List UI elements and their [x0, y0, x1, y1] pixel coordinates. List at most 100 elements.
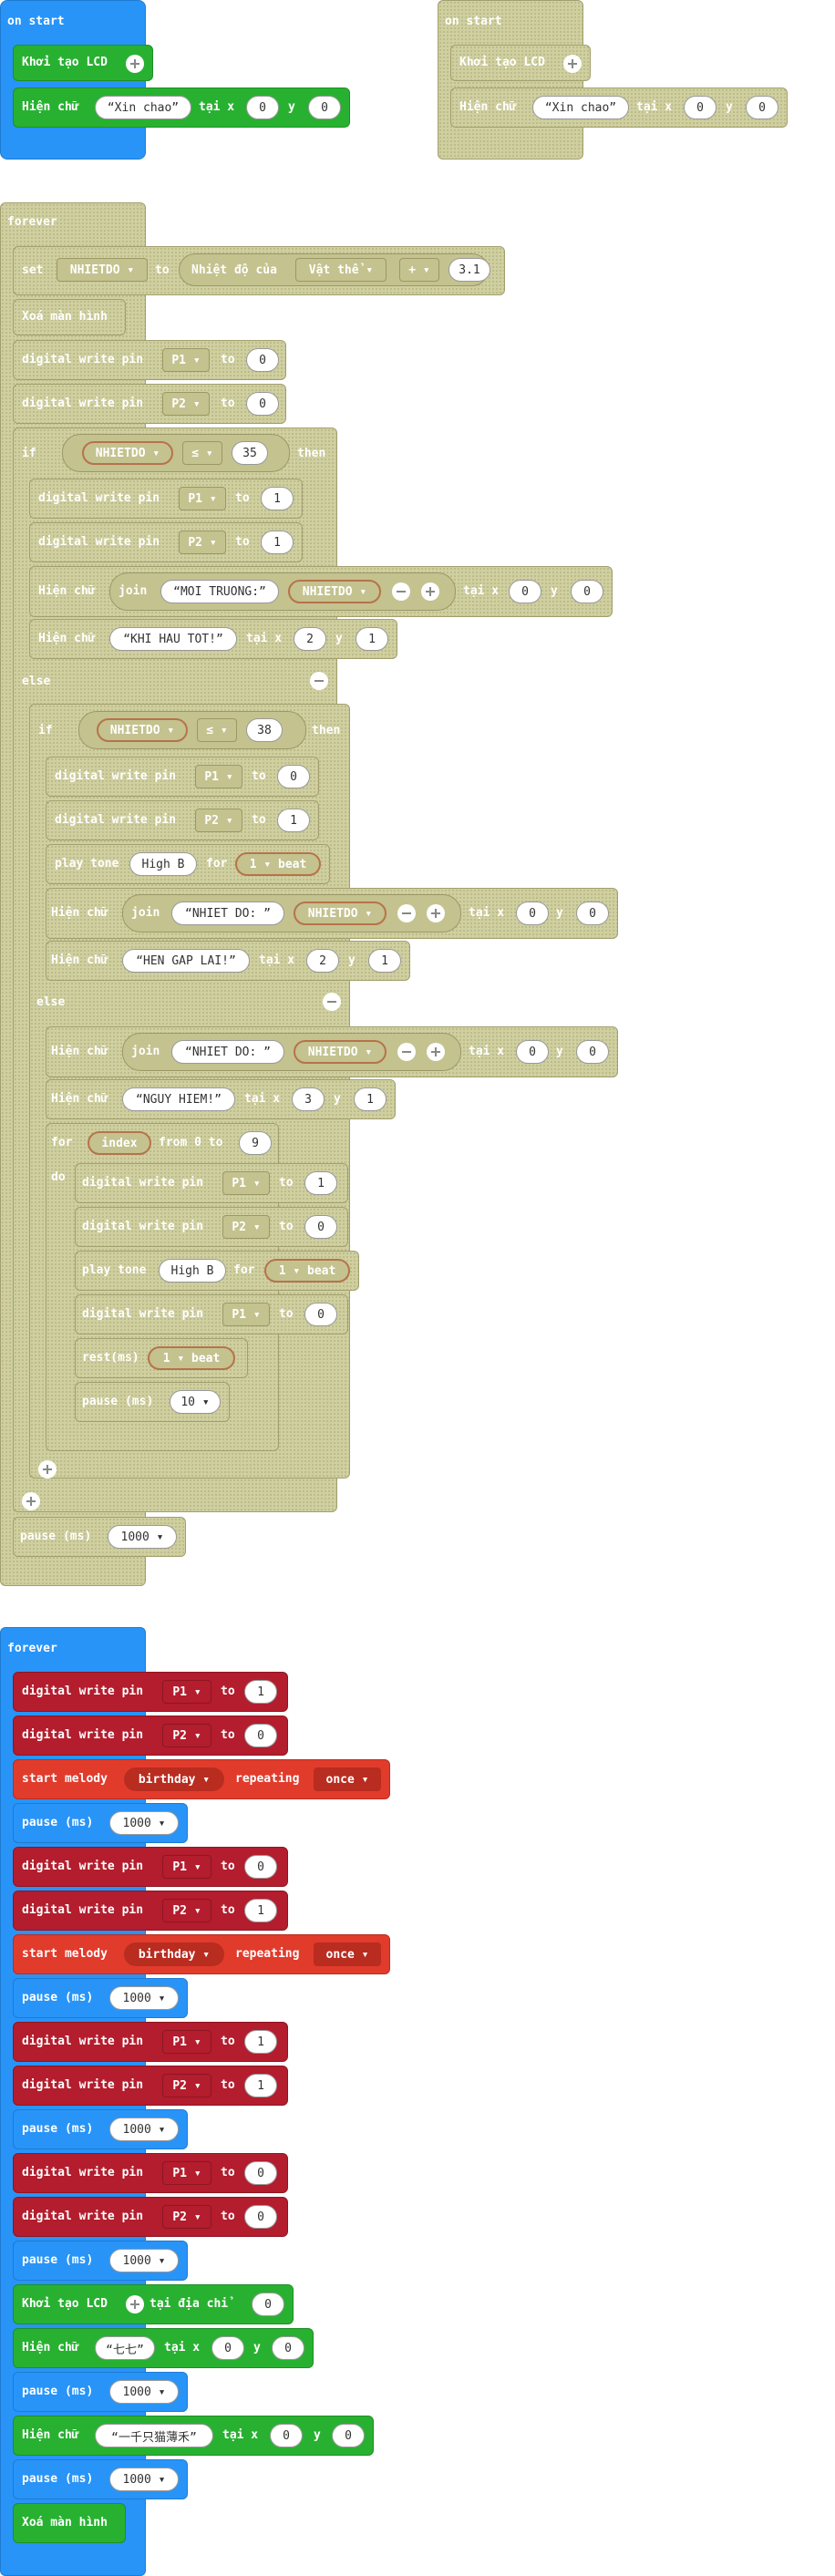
var-dropdown[interactable]: NHIETDO ▾: [82, 441, 173, 465]
tone-value[interactable]: High B: [129, 852, 197, 876]
remove-icon[interactable]: [397, 1043, 416, 1061]
value[interactable]: 0: [244, 2205, 277, 2229]
pin-dropdown[interactable]: P2 ▾: [195, 809, 242, 832]
x-value[interactable]: 2: [294, 627, 326, 651]
y-value[interactable]: 1: [354, 1087, 387, 1111]
beat-dropdown[interactable]: 1 ▾ beat: [148, 1346, 235, 1370]
pause-value[interactable]: 1000 ▾: [109, 2249, 179, 2272]
pause-value[interactable]: 1000 ▾: [109, 2468, 179, 2491]
value[interactable]: 1: [261, 487, 294, 510]
y-value[interactable]: 0: [746, 96, 778, 119]
var-dropdown[interactable]: NHIETDO ▾: [288, 580, 381, 603]
value[interactable]: 1: [304, 1171, 337, 1195]
pause-value[interactable]: 1000 ▾: [109, 1986, 179, 2010]
x-value[interactable]: 0: [516, 1040, 549, 1064]
y-value[interactable]: 1: [368, 949, 401, 973]
op-dropdown[interactable]: ≤ ▾: [182, 441, 222, 465]
x-value[interactable]: 0: [270, 2424, 303, 2447]
text-value[interactable]: “NHIET DO: ”: [171, 902, 284, 925]
add-icon[interactable]: [126, 55, 144, 73]
pin-dropdown[interactable]: P1 ▾: [162, 348, 210, 372]
remove-icon[interactable]: [392, 582, 410, 601]
add-icon[interactable]: [126, 2295, 144, 2313]
pin-dropdown[interactable]: P1 ▾: [162, 1680, 211, 1704]
op-dropdown[interactable]: + ▾: [399, 258, 439, 282]
pin-dropdown[interactable]: P1 ▾: [222, 1171, 270, 1195]
text-value[interactable]: “NGUY HIEM!”: [122, 1087, 235, 1111]
value[interactable]: 0: [246, 348, 279, 372]
add-icon[interactable]: [421, 582, 439, 601]
melody-dropdown[interactable]: birthday ▾: [124, 1767, 224, 1791]
repeat-dropdown[interactable]: once ▾: [314, 1942, 381, 1966]
number-value[interactable]: 38: [246, 718, 283, 742]
value[interactable]: 0: [304, 1303, 337, 1326]
pin-dropdown[interactable]: P1 ▾: [222, 1303, 270, 1326]
remove-icon[interactable]: [323, 993, 341, 1011]
pause-value[interactable]: 1000 ▾: [109, 2380, 179, 2404]
pin-dropdown[interactable]: P2 ▾: [222, 1215, 270, 1239]
text-value[interactable]: “KHI HAU TOT!”: [109, 627, 237, 651]
pin-dropdown[interactable]: P2 ▾: [162, 2205, 211, 2229]
op-dropdown[interactable]: ≤ ▾: [197, 718, 237, 742]
value[interactable]: 0: [244, 1724, 277, 1747]
y-value[interactable]: 0: [272, 2336, 304, 2360]
x-value[interactable]: 0: [246, 96, 279, 119]
pin-dropdown[interactable]: P2 ▾: [162, 1724, 211, 1747]
var-dropdown[interactable]: NHIETDO ▾: [97, 718, 188, 742]
x-value[interactable]: 0: [211, 2336, 244, 2360]
pin-dropdown[interactable]: P1 ▾: [162, 2161, 211, 2185]
add-icon[interactable]: [427, 1043, 445, 1061]
number-value[interactable]: 3.1: [448, 258, 490, 282]
pin-dropdown[interactable]: P2 ▾: [162, 392, 210, 416]
text-value[interactable]: “HEN GAP LAI!”: [122, 949, 250, 973]
value[interactable]: 0: [244, 1855, 277, 1879]
beat-dropdown[interactable]: 1 ▾ beat: [264, 1259, 350, 1283]
pause-value[interactable]: 1000 ▾: [109, 2117, 179, 2141]
y-value[interactable]: 0: [576, 1040, 609, 1064]
value[interactable]: 1: [277, 809, 310, 832]
pause-value[interactable]: 10 ▾: [170, 1390, 221, 1414]
pin-dropdown[interactable]: P1 ▾: [195, 765, 242, 788]
pin-dropdown[interactable]: P2 ▾: [179, 531, 226, 554]
number-value[interactable]: 35: [232, 441, 268, 465]
var-dropdown[interactable]: NHIETDO ▾: [294, 902, 387, 925]
pin-dropdown[interactable]: P1 ▾: [179, 487, 226, 510]
x-value[interactable]: 0: [509, 580, 541, 603]
value[interactable]: 1: [244, 1899, 277, 1922]
text-value[interactable]: “MOI TRUONG:”: [160, 580, 279, 603]
x-value[interactable]: 0: [516, 902, 549, 925]
value[interactable]: 1: [244, 2030, 277, 2054]
melody-dropdown[interactable]: birthday ▾: [124, 1942, 224, 1966]
add-icon[interactable]: [427, 904, 445, 922]
text-value[interactable]: “Xin chao”: [532, 96, 629, 119]
add-icon[interactable]: [22, 1492, 40, 1510]
add-icon[interactable]: [563, 55, 582, 73]
value[interactable]: 0: [246, 392, 279, 416]
value[interactable]: 0: [244, 2161, 277, 2185]
y-value[interactable]: 0: [576, 902, 609, 925]
value[interactable]: 0: [277, 765, 310, 788]
tone-value[interactable]: High B: [159, 1259, 226, 1283]
y-value[interactable]: 0: [308, 96, 341, 119]
y-value[interactable]: 0: [332, 2424, 365, 2447]
loop-end-value[interactable]: 9: [239, 1131, 272, 1155]
text-value[interactable]: “七七”: [95, 2336, 155, 2360]
value[interactable]: 1: [261, 531, 294, 554]
value[interactable]: 0: [304, 1215, 337, 1239]
value[interactable]: 1: [244, 2074, 277, 2097]
var-dropdown[interactable]: NHIETDO ▾: [57, 258, 148, 282]
pin-dropdown[interactable]: P2 ▾: [162, 2074, 211, 2097]
pin-dropdown[interactable]: P2 ▾: [162, 1899, 211, 1922]
beat-dropdown[interactable]: 1 ▾ beat: [235, 852, 321, 876]
pin-dropdown[interactable]: P1 ▾: [162, 2030, 211, 2054]
remove-icon[interactable]: [397, 904, 416, 922]
x-value[interactable]: 2: [306, 949, 339, 973]
text-value[interactable]: “NHIET DO: ”: [171, 1040, 284, 1064]
repeat-dropdown[interactable]: once ▾: [314, 1767, 381, 1791]
pin-dropdown[interactable]: P1 ▾: [162, 1855, 211, 1879]
text-value[interactable]: “一千只猫薄禾”: [95, 2424, 213, 2447]
object-dropdown[interactable]: Vật thể ▾: [295, 258, 387, 282]
value[interactable]: 1: [244, 1680, 277, 1704]
index-var[interactable]: index: [88, 1131, 151, 1155]
text-value[interactable]: “Xin chao”: [95, 96, 191, 119]
